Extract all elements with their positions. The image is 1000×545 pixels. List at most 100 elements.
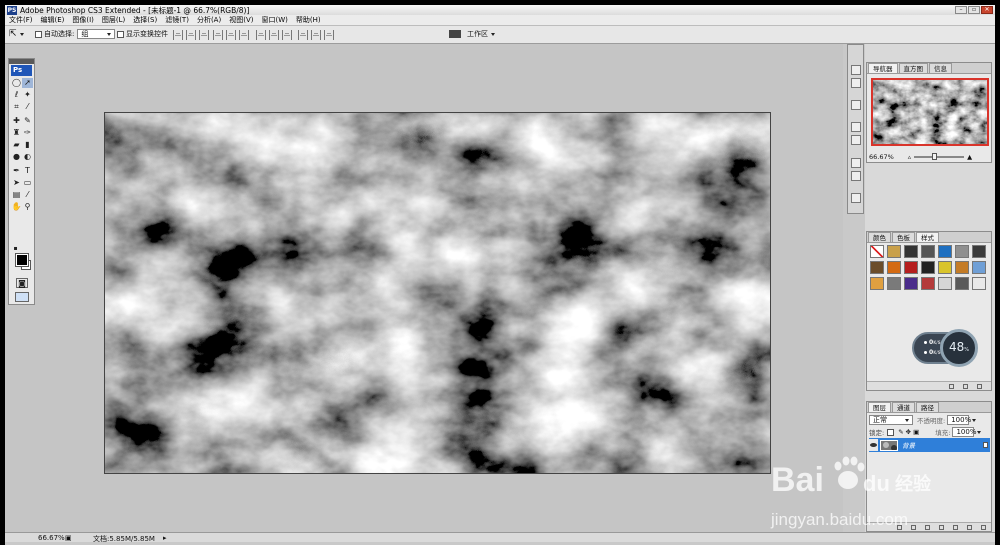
lasso-tool-icon[interactable]: ℓ	[11, 90, 22, 100]
style-swatch[interactable]	[887, 277, 901, 290]
eyedropper-tool-icon[interactable]: ⁄	[22, 190, 33, 200]
style-swatch[interactable]	[904, 245, 918, 258]
pen-tool-icon[interactable]: ✒	[11, 166, 22, 176]
align-right-icon[interactable]	[239, 30, 249, 40]
tab-paths[interactable]: 路径	[916, 402, 939, 412]
hand-tool-icon[interactable]: ✋	[11, 202, 22, 212]
layer-mask-icon[interactable]	[925, 525, 930, 530]
lock-pixels-icon[interactable]: ✎	[898, 428, 903, 436]
workspace-button[interactable]: 工作区	[467, 29, 488, 39]
move-tool-icon[interactable]: ➚	[22, 78, 33, 88]
workspace-icon[interactable]	[449, 30, 461, 38]
layer-row-background[interactable]: 背景	[869, 438, 990, 452]
healing-brush-icon[interactable]: ✚	[11, 116, 22, 126]
menu-analysis[interactable]: 分析(A)	[193, 15, 225, 25]
tab-layers[interactable]: 图层	[868, 402, 891, 412]
style-swatch[interactable]	[955, 245, 969, 258]
maximize-button[interactable]: ▫	[968, 6, 980, 14]
delete-layer-icon[interactable]	[981, 525, 986, 530]
marquee-tool-icon[interactable]: ◯	[11, 78, 22, 88]
brush-tool-icon[interactable]: ✎	[22, 116, 33, 126]
navigator-zoom-value[interactable]: 66.67%	[869, 153, 894, 161]
delete-style-icon[interactable]	[977, 384, 982, 389]
toolbox-grip[interactable]	[9, 59, 34, 64]
close-button[interactable]: ✕	[981, 6, 993, 14]
brushes-panel-icon[interactable]	[851, 122, 861, 132]
zoom-slider[interactable]	[914, 152, 965, 160]
menu-layer[interactable]: 图层(L)	[98, 15, 129, 25]
style-swatch[interactable]	[938, 277, 952, 290]
zoom-in-icon[interactable]: ▲	[967, 153, 972, 161]
style-swatch[interactable]	[921, 261, 935, 274]
layer-comps-icon[interactable]	[851, 193, 861, 203]
status-info-icon[interactable]: ▣	[65, 534, 72, 542]
new-group-icon[interactable]	[953, 525, 958, 530]
navigator-preview[interactable]	[871, 78, 989, 146]
distribute-hcenter-icon[interactable]	[311, 30, 321, 40]
align-top-icon[interactable]	[173, 30, 183, 40]
style-swatch[interactable]	[955, 261, 969, 274]
clone-source-icon[interactable]	[851, 135, 861, 145]
crop-tool-icon[interactable]: ⌗	[11, 102, 22, 112]
clone-stamp-icon[interactable]: ♜	[11, 128, 22, 138]
zoom-tool-icon[interactable]: ⚲	[22, 202, 33, 212]
blend-mode-dropdown[interactable]: 正常	[869, 415, 913, 425]
quick-mask-icon[interactable]: ◙	[16, 278, 28, 288]
align-vcenter-icon[interactable]	[186, 30, 196, 40]
type-tool-icon[interactable]: T	[22, 166, 33, 176]
status-menu-arrow-icon[interactable]: ▸	[163, 534, 167, 542]
lock-all-icon[interactable]: ▣	[913, 428, 919, 436]
document-canvas[interactable]	[104, 112, 771, 474]
style-swatch[interactable]	[887, 261, 901, 274]
distribute-right-icon[interactable]	[324, 30, 334, 40]
default-colors-icon[interactable]: ▪	[10, 244, 21, 254]
style-swatch[interactable]	[870, 245, 884, 258]
show-transform-checkbox[interactable]	[117, 30, 124, 38]
adjustment-layer-icon[interactable]	[939, 525, 944, 530]
zoom-out-icon[interactable]: ▵	[908, 153, 911, 161]
align-hcenter-icon[interactable]	[226, 30, 236, 40]
style-swatch[interactable]	[904, 277, 918, 290]
tab-swatches[interactable]: 色板	[892, 232, 915, 242]
distribute-bottom-icon[interactable]	[282, 30, 292, 40]
style-swatch[interactable]	[955, 277, 969, 290]
menu-file[interactable]: 文件(F)	[5, 15, 37, 25]
menu-filter[interactable]: 滤镜(T)	[161, 15, 193, 25]
tab-navigator[interactable]: 导航器	[868, 63, 898, 73]
style-swatch[interactable]	[972, 245, 986, 258]
style-swatch[interactable]	[921, 245, 935, 258]
actions-panel-icon[interactable]	[851, 78, 861, 88]
auto-select-checkbox[interactable]	[35, 30, 42, 38]
fill-field[interactable]: 100%	[952, 427, 976, 437]
style-swatch[interactable]	[870, 261, 884, 274]
status-zoom[interactable]: 66.67%	[38, 534, 65, 542]
menu-select[interactable]: 选择(S)	[129, 15, 161, 25]
tab-styles[interactable]: 样式	[916, 232, 939, 242]
style-swatch[interactable]	[972, 261, 986, 274]
new-layer-icon[interactable]	[967, 525, 972, 530]
lock-transparency-icon[interactable]	[887, 428, 895, 436]
tab-info[interactable]: 信息	[929, 63, 952, 73]
opacity-dropdown-icon[interactable]	[972, 418, 977, 422]
align-bottom-icon[interactable]	[199, 30, 209, 40]
blur-tool-icon[interactable]: ●	[11, 152, 22, 162]
opacity-field[interactable]: 100%	[947, 415, 971, 425]
layer-style-icon[interactable]	[911, 525, 916, 530]
auto-select-dropdown[interactable]: 组	[77, 29, 116, 39]
eraser-tool-icon[interactable]: ▰	[11, 140, 22, 150]
paragraph-panel-icon[interactable]	[851, 171, 861, 181]
slice-tool-icon[interactable]: ⁄	[22, 102, 33, 112]
tab-color[interactable]: 颜色	[868, 232, 891, 242]
menu-image[interactable]: 图像(I)	[68, 15, 98, 25]
history-panel-icon[interactable]	[851, 65, 861, 75]
menu-view[interactable]: 视图(V)	[225, 15, 257, 25]
style-swatch[interactable]	[870, 277, 884, 290]
character-panel-icon[interactable]	[851, 158, 861, 168]
dodge-tool-icon[interactable]: ◐	[22, 152, 33, 162]
gradient-tool-icon[interactable]: ▮	[22, 140, 33, 150]
fill-dropdown-icon[interactable]	[977, 430, 982, 434]
magic-wand-tool-icon[interactable]: ✦	[22, 90, 33, 100]
tool-presets-icon[interactable]	[851, 100, 861, 110]
menu-help[interactable]: 帮助(H)	[292, 15, 325, 25]
style-swatch[interactable]	[921, 277, 935, 290]
